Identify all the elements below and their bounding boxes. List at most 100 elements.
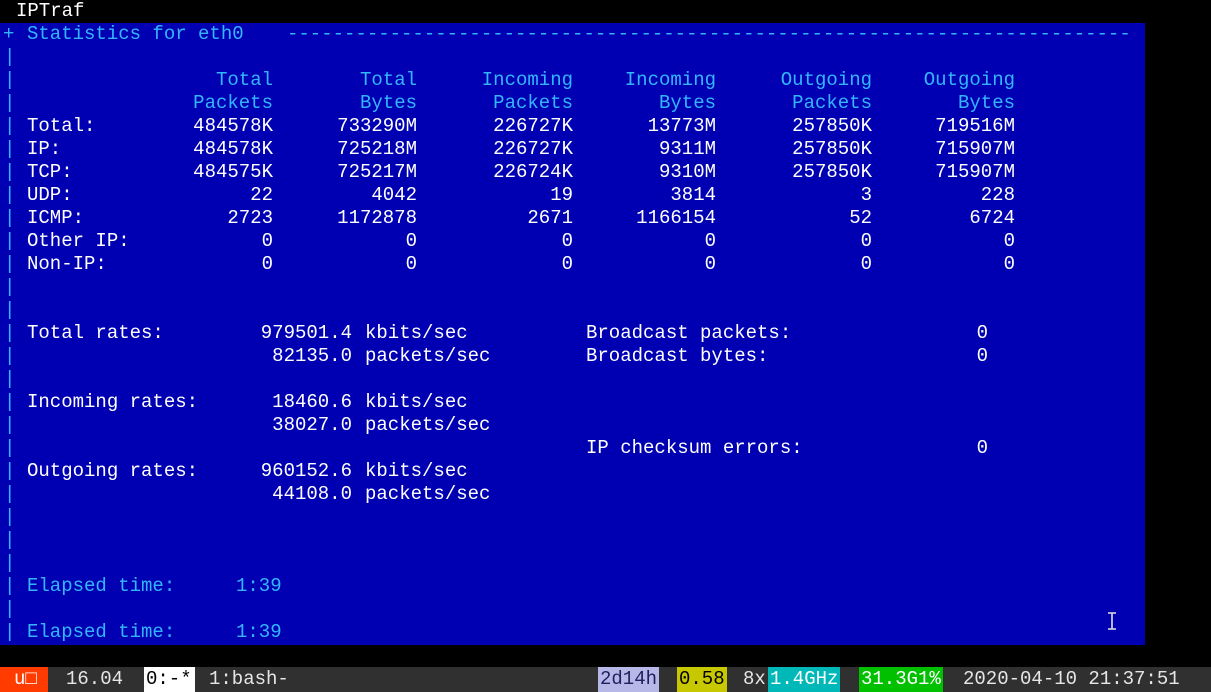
border-segment: | [4,414,16,436]
load-average-badge: 0.58 [677,667,727,692]
border-segment: | [4,230,16,252]
table-cell: 0 [704,253,716,275]
border-segment: | [4,299,16,321]
table-row-label: IP: [27,138,62,160]
table-row-label: TCP: [27,161,73,183]
outgoing-rates-packets: 44108.0 [272,483,352,505]
table-cell: 484578K [193,115,273,137]
uptime-badge: 2d14h [598,667,660,692]
table-cell: 719516M [935,115,1015,137]
tmux-status-bar: u□ 16.04 0:-* 1:bash- 2d14h 0.58 8x 1.4G… [0,667,1211,692]
col-header-top: Total [359,69,417,91]
checksum-errors-label: IP checksum errors: [586,437,803,459]
incoming-rates-label: Incoming rates: [27,391,199,413]
table-cell: 0 [561,230,573,252]
kbits-unit: kbits/sec [365,391,468,413]
kbits-unit: kbits/sec [365,460,468,482]
packets-unit: packets/sec [365,414,491,436]
table-cell: 484578K [193,138,273,160]
table-cell: 9311M [658,138,716,160]
table-row-label: Other IP: [27,230,130,252]
border-segment: | [4,69,16,91]
table-cell: 257850K [792,138,872,160]
table-cell: 3 [860,184,872,206]
table-cell: 0 [1003,230,1015,252]
iptraf-terminal[interactable]: IPTraf + Statistics for eth0 -----------… [0,0,1145,645]
table-cell: 226727K [493,115,573,137]
table-cell: 257850K [792,115,872,137]
table-cell: 226724K [493,161,573,183]
elapsed-time-label: Elapsed time: [27,575,176,597]
col-header-top: Incoming [481,69,573,91]
border-segment: | [4,138,16,160]
border-segment: | [4,621,16,643]
border-segment: | [4,529,16,551]
border-segment: | [4,92,16,114]
border-segment: | [4,115,16,137]
border-segment: | [4,46,16,68]
total-rates-packets: 82135.0 [272,345,352,367]
table-cell: 9310M [658,161,716,183]
cpu-count: 8x [743,668,766,690]
border-segment: | [4,437,16,459]
col-header-bottom: Packets [493,92,573,114]
window-title: IPTraf [16,0,85,22]
table-cell: 6724 [969,207,1015,229]
border-segment: | [4,598,16,620]
col-header-top: Total [215,69,273,91]
border-segment: | [4,207,16,229]
col-header-top: Outgoing [923,69,1015,91]
table-cell: 257850K [792,161,872,183]
table-cell: 484575K [193,161,273,183]
packets-unit: packets/sec [365,483,491,505]
table-cell: 0 [561,253,573,275]
session-indicator[interactable]: u□ [0,667,48,692]
table-cell: 228 [980,184,1015,206]
ibeam-cursor-icon [1108,612,1116,630]
border-segment: | [4,322,16,344]
border-segment: | [4,460,16,482]
border-segment: | [4,276,16,298]
packets-unit: packets/sec [365,345,491,367]
broadcast-packets-value: 0 [976,322,988,344]
table-row-label: ICMP: [27,207,85,229]
header-corner: + [3,23,15,45]
window-tab-1[interactable]: 1:bash- [209,667,289,692]
broadcast-bytes-value: 0 [976,345,988,367]
border-segment: | [4,552,16,574]
border-segment: | [4,184,16,206]
table-cell: 1166154 [636,207,716,229]
table-cell: 4042 [371,184,417,206]
table-cell: 725217M [337,161,417,183]
border-segment: | [4,345,16,367]
table-cell: 52 [849,207,872,229]
col-header-bottom: Bytes [359,92,417,114]
col-header-bottom: Bytes [957,92,1015,114]
window-tab-0[interactable]: 0:-* [144,667,195,692]
border-segment: | [4,253,16,275]
memory-badge: 31.3G1% [859,667,943,692]
table-cell: 0 [860,230,872,252]
table-cell: 0 [261,253,273,275]
border-segment: | [4,368,16,390]
border-segment: | [4,506,16,528]
kbits-unit: kbits/sec [365,322,468,344]
os-version: 16.04 [66,668,124,690]
table-row-label: UDP: [27,184,73,206]
table-cell: 0 [261,230,273,252]
table-cell: 22 [250,184,273,206]
col-header-top: Outgoing [780,69,872,91]
elapsed-time-label: Elapsed time: [27,621,176,643]
table-cell: 3814 [670,184,716,206]
table-row-label: Total: [27,115,96,137]
col-header-bottom: Bytes [658,92,716,114]
table-row-label: Non-IP: [27,253,107,275]
table-cell: 13773M [647,115,716,137]
table-cell: 1172878 [337,207,417,229]
table-cell: 0 [704,230,716,252]
table-cell: 0 [1003,253,1015,275]
col-header-bottom: Packets [193,92,273,114]
table-cell: 0 [405,253,417,275]
table-cell: 733290M [337,115,417,137]
table-cell: 19 [550,184,573,206]
